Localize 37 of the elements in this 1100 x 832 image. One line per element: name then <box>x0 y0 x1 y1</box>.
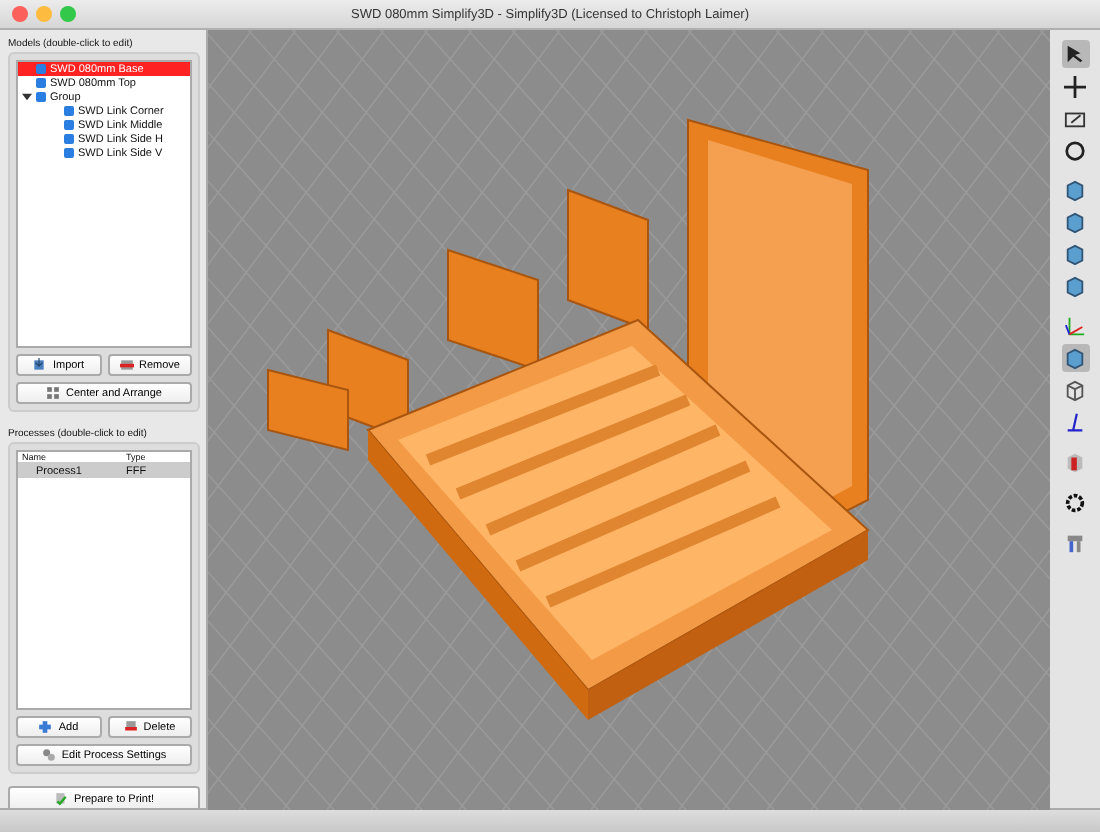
arrange-icon <box>45 386 60 400</box>
toolbar-button[interactable] <box>1061 240 1089 268</box>
pointer-icon <box>1064 43 1086 65</box>
toolbar-button[interactable] <box>1061 208 1089 236</box>
import-icon <box>32 358 47 372</box>
checkbox[interactable] <box>36 78 46 88</box>
add-icon <box>38 720 53 734</box>
cube-icon <box>1064 243 1086 265</box>
disclosure-triangle-icon[interactable] <box>22 92 32 102</box>
checkbox[interactable] <box>64 120 74 130</box>
cube-icon <box>1064 211 1086 233</box>
wireframe-cube-icon <box>1064 379 1086 401</box>
axes-icon <box>1064 315 1086 337</box>
checkbox[interactable] <box>36 92 46 102</box>
checkbox[interactable] <box>64 148 74 158</box>
checkbox[interactable] <box>36 64 46 74</box>
delete-icon <box>123 720 138 734</box>
toolbar-button[interactable] <box>1061 40 1089 68</box>
support-icon <box>1064 531 1086 553</box>
remove-icon <box>119 358 133 372</box>
cube-icon <box>1064 347 1086 369</box>
line-icon <box>1064 411 1086 433</box>
checkbox[interactable] <box>64 106 74 116</box>
rotate-icon <box>1064 139 1086 161</box>
checkbox[interactable] <box>64 134 74 144</box>
toolbar-button[interactable] <box>1061 176 1089 204</box>
checkmark-icon <box>53 792 68 806</box>
toolbar-button[interactable] <box>1061 72 1089 100</box>
toolbar-button[interactable] <box>1061 136 1089 164</box>
toolbar-button[interactable] <box>1061 344 1089 372</box>
cube-icon <box>1064 179 1086 201</box>
move-icon <box>1064 75 1086 97</box>
scale-icon <box>1064 107 1086 129</box>
section-cube-icon <box>1064 451 1086 473</box>
toolbar-button[interactable] <box>1061 488 1089 516</box>
toolbar-button[interactable] <box>1061 272 1089 300</box>
cube-icon <box>1064 275 1086 297</box>
